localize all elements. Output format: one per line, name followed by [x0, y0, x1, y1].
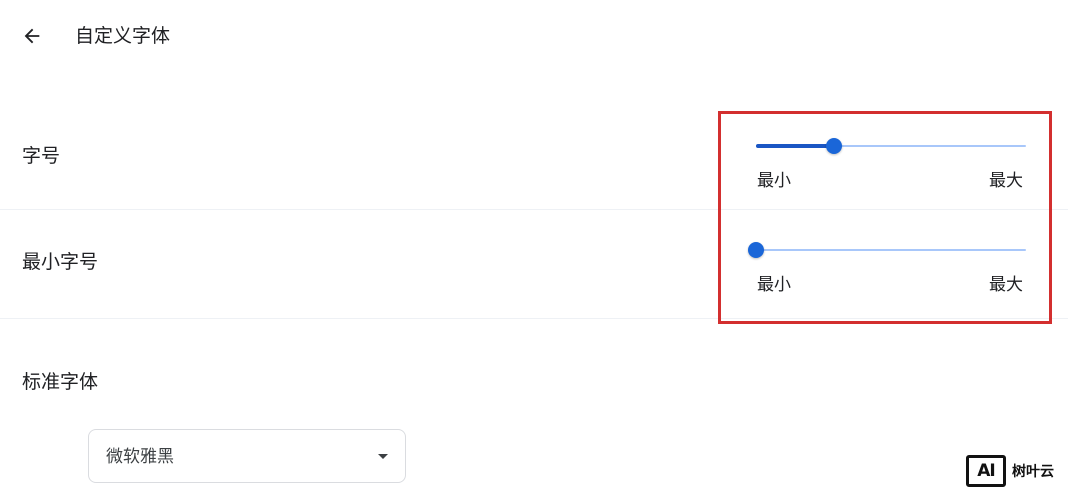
watermark-brand: 树叶云 — [1012, 464, 1054, 480]
min-font-size-label: 最小字号 — [22, 251, 99, 273]
back-button[interactable] — [14, 20, 50, 52]
standard-font-label: 标准字体 — [22, 371, 99, 393]
watermark-logo: AI — [966, 455, 1006, 487]
font-size-label: 字号 — [22, 145, 61, 167]
watermark-logo-text: AI — [977, 461, 996, 481]
dropdown-caret-icon — [378, 454, 388, 459]
standard-font-select[interactable]: 微软雅黑 — [88, 429, 406, 483]
highlight-box — [718, 111, 1052, 324]
custom-fonts-page: 自定义字体 字号 最小 最大 最小字号 最小 最大 标准字体 微软雅黑 AI 树… — [0, 0, 1068, 500]
standard-font-value: 微软雅黑 — [106, 447, 174, 467]
watermark: AI 树叶云 — [966, 453, 1054, 489]
arrow-left-icon — [24, 28, 40, 44]
page-title: 自定义字体 — [75, 25, 171, 47]
